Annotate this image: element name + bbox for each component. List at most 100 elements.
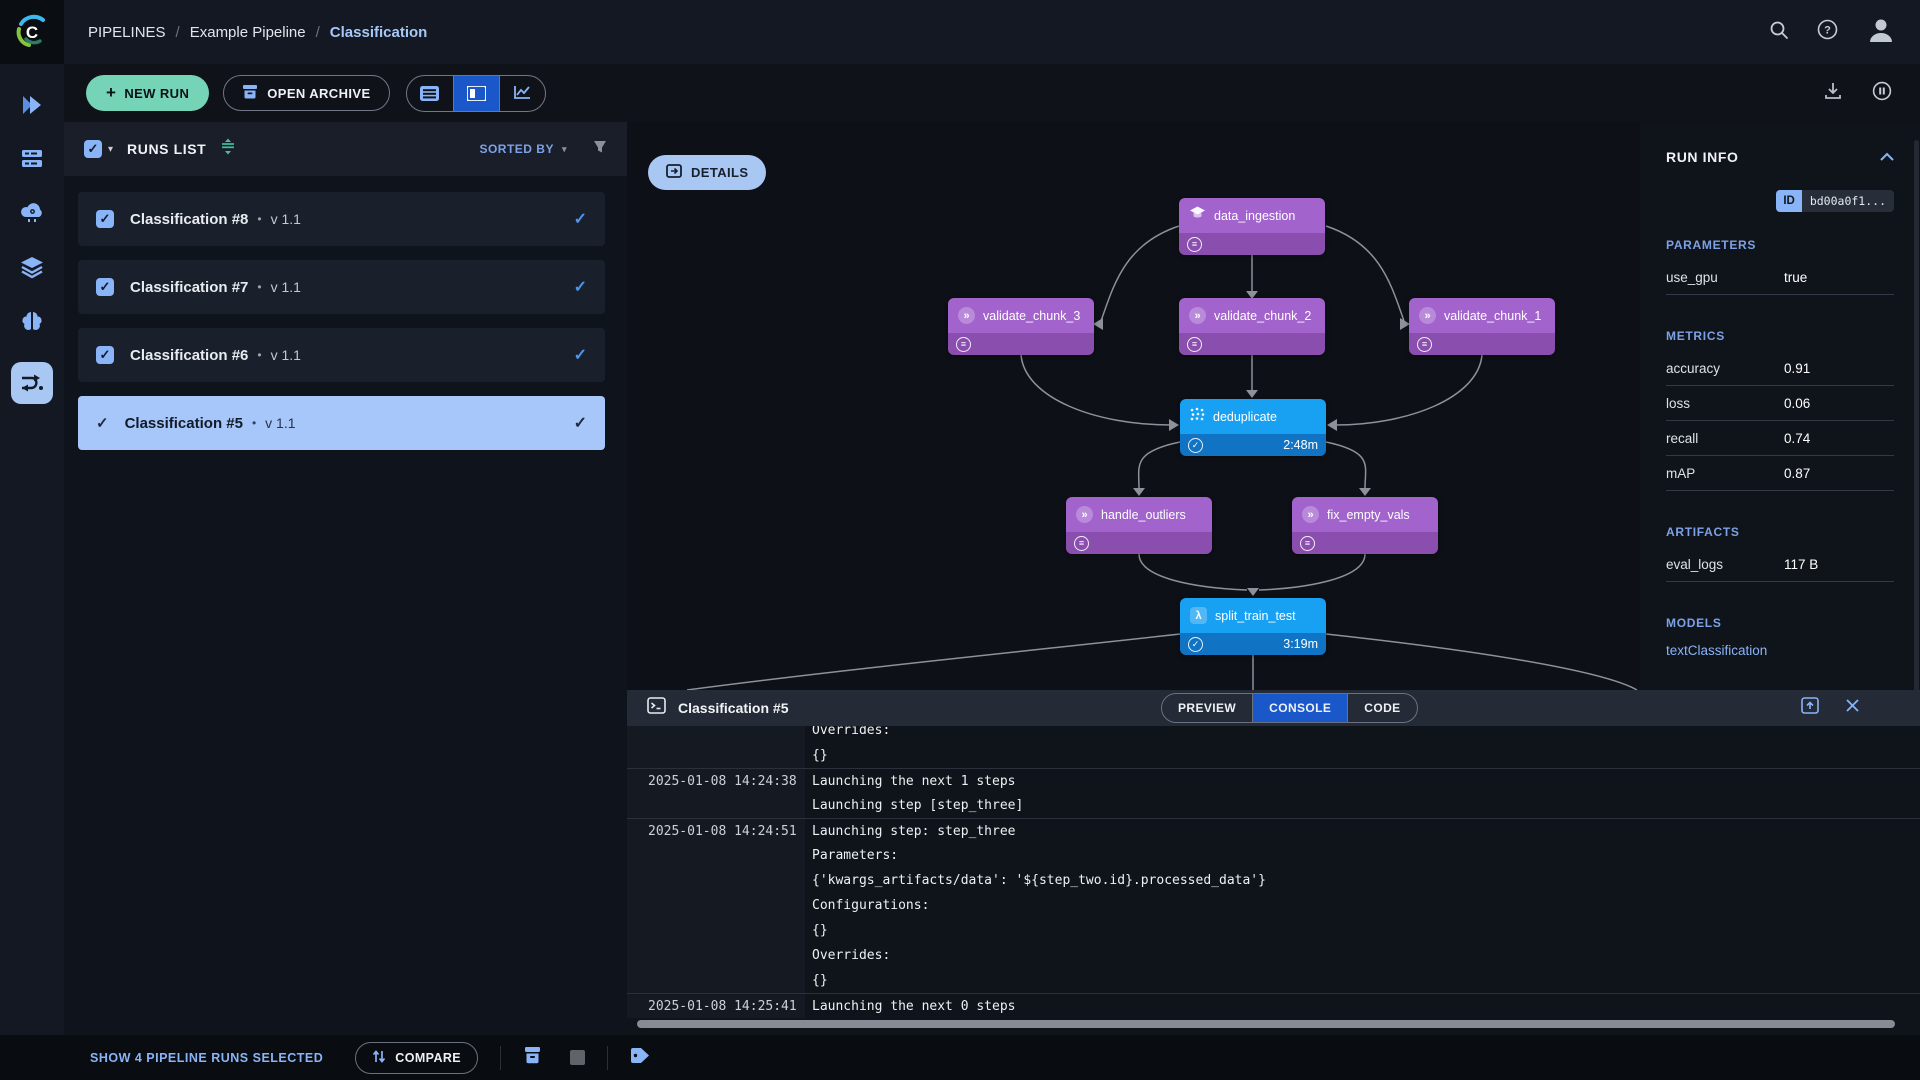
sidebar-item-autoscalers[interactable] [19, 200, 45, 226]
node-deduplicate[interactable]: deduplicate ✓2:48m [1180, 399, 1326, 456]
node-validate-chunk-2[interactable]: »validate_chunk_2 ≡ [1179, 298, 1325, 355]
search-icon[interactable] [1769, 20, 1789, 45]
artifact-row: eval_logs 117 B [1666, 547, 1894, 582]
select-all-caret-icon[interactable]: ▾ [108, 144, 113, 155]
step-chevrons-icon: » [958, 307, 975, 324]
open-archive-button[interactable]: OPEN ARCHIVE [223, 75, 389, 111]
log-row: 2025-01-08 14:24:51Launching step: step_… [627, 818, 1920, 843]
node-label: fix_empty_vals [1327, 508, 1410, 522]
run-list-item[interactable]: ✓ Classification #6 • v 1.1 ✓ [78, 328, 605, 382]
table-view-button[interactable] [407, 76, 453, 111]
auto-refresh-icon[interactable] [1872, 81, 1892, 106]
sidebar-item-pipelines[interactable] [11, 362, 53, 404]
selection-status-text: SHOW 4 PIPELINE RUNS SELECTED [90, 1051, 323, 1065]
new-run-label: NEW RUN [124, 86, 189, 101]
log-row: 2025-01-08 14:25:41Launching the next 0 … [627, 993, 1920, 1018]
metric-row: loss 0.06 [1666, 386, 1894, 421]
clearml-logo[interactable]: C [0, 0, 64, 64]
process-dots-icon [1190, 407, 1205, 426]
app-window: C PIPELINES / Example Pipeline / Classif… [0, 0, 1920, 1080]
sidebar-item-models[interactable] [19, 308, 45, 334]
sorted-by-control[interactable]: SORTED BY ▾ [479, 142, 567, 156]
tag-icon[interactable] [630, 1047, 650, 1069]
run-list-item[interactable]: ✓ Classification #7 • v 1.1 ✓ [78, 260, 605, 314]
log-message: {} [812, 973, 828, 988]
run-checkbox[interactable]: ✓ [96, 346, 114, 364]
node-label: validate_chunk_3 [983, 309, 1080, 323]
open-in-window-icon[interactable] [1801, 697, 1819, 719]
horizontal-scrollbar[interactable] [637, 1020, 1895, 1028]
console-run-title: Classification #5 [678, 700, 789, 716]
node-data-ingestion[interactable]: data_ingestion ≡ [1179, 198, 1325, 255]
cached-icon: ≡ [1074, 536, 1089, 551]
run-checkbox[interactable]: ✓ [96, 210, 114, 228]
run-separator-dot: • [257, 348, 261, 362]
run-name: Classification #7 [130, 279, 248, 296]
pipeline-dag-canvas[interactable]: DETAILS data_ingestion ≡ »validate_chunk… [627, 122, 1640, 690]
split-view-button[interactable] [453, 76, 499, 111]
download-icon[interactable] [1824, 82, 1842, 105]
log-row: Overrides: [627, 726, 1920, 743]
run-info-title: RUN INFO [1666, 149, 1738, 165]
compare-icon [372, 1049, 386, 1067]
log-message: Launching step [step_three] [812, 798, 1023, 813]
log-timestamp: 2025-01-08 14:25:41 [648, 999, 797, 1014]
node-handle-outliers[interactable]: »handle_outliers ≡ [1066, 497, 1212, 554]
node-fix-empty-vals[interactable]: »fix_empty_vals ≡ [1292, 497, 1438, 554]
compare-button[interactable]: COMPARE [355, 1042, 478, 1074]
cached-icon: ≡ [1187, 337, 1202, 352]
node-split-train-test[interactable]: λsplit_train_test ✓3:19m [1180, 598, 1326, 655]
dag-edges [627, 122, 1640, 690]
avatar[interactable] [1866, 15, 1896, 50]
node-validate-chunk-1[interactable]: »validate_chunk_1 ≡ [1409, 298, 1555, 355]
id-chip-value: bd00a0f1... [1802, 190, 1894, 212]
run-separator-dot: • [257, 280, 261, 294]
log-row: Configurations: [627, 893, 1920, 918]
select-all-checkbox[interactable]: ✓ [84, 140, 102, 158]
tab-code[interactable]: CODE [1347, 694, 1416, 722]
filter-icon[interactable] [593, 140, 607, 159]
expand-list-icon[interactable] [220, 138, 236, 160]
details-button[interactable]: DETAILS [648, 155, 766, 190]
metric-value: 0.91 [1784, 361, 1810, 376]
run-info-panel: RUN INFO ID bd00a0f1... PARAMETERS use_g… [1640, 122, 1920, 690]
node-duration: 2:48m [1283, 438, 1318, 452]
divider [607, 1046, 608, 1070]
sidebar-item-projects[interactable] [19, 92, 45, 118]
details-label: DETAILS [691, 165, 748, 180]
run-selected-check-icon[interactable]: ✓ [96, 414, 109, 432]
run-name: Classification #6 [130, 347, 248, 364]
top-bar: C PIPELINES / Example Pipeline / Classif… [0, 0, 1920, 64]
node-validate-chunk-3[interactable]: »validate_chunk_3 ≡ [948, 298, 1094, 355]
tab-preview[interactable]: PREVIEW [1162, 694, 1252, 722]
log-message: Overrides: [812, 726, 890, 738]
log-message: Parameters: [812, 848, 898, 863]
help-icon[interactable]: ? [1817, 19, 1838, 45]
breadcrumb-project[interactable]: Example Pipeline [190, 24, 306, 41]
archive-action-icon[interactable] [523, 1046, 542, 1069]
sidebar-item-workers[interactable] [19, 146, 45, 172]
sidebar-item-datasets[interactable] [19, 254, 45, 280]
metrics-section-title: METRICS [1666, 329, 1894, 343]
run-checkbox[interactable]: ✓ [96, 278, 114, 296]
dataset-icon [1189, 206, 1206, 225]
run-list-item[interactable]: ✓ Classification #8 • v 1.1 ✓ [78, 192, 605, 246]
step-chevrons-icon: » [1189, 307, 1206, 324]
breadcrumb-pipelines[interactable]: PIPELINES [88, 24, 166, 41]
parameter-value: true [1784, 270, 1807, 285]
close-icon[interactable] [1845, 698, 1860, 718]
run-id-chip[interactable]: ID bd00a0f1... [1776, 190, 1894, 212]
model-link[interactable]: textClassification [1666, 643, 1767, 658]
new-run-button[interactable]: + NEW RUN [86, 75, 209, 111]
metrics-view-button[interactable] [499, 76, 545, 111]
collapse-chevron-icon[interactable] [1880, 148, 1894, 166]
run-list-item-selected[interactable]: ✓ Classification #5 • v 1.1 ✓ [78, 396, 605, 450]
console-panel: Classification #5 PREVIEW CONSOLE CODE O… [627, 690, 1920, 1035]
metric-row: mAP 0.87 [1666, 456, 1894, 491]
tab-console[interactable]: CONSOLE [1252, 694, 1347, 722]
breadcrumb: PIPELINES / Example Pipeline / Classific… [88, 0, 427, 64]
console-log[interactable]: Overrides: {} 2025-01-08 14:24:38Launchi… [627, 726, 1920, 1018]
run-separator-dot: • [252, 416, 256, 430]
log-row: Launching step [step_three] [627, 793, 1920, 818]
divider [500, 1046, 501, 1070]
